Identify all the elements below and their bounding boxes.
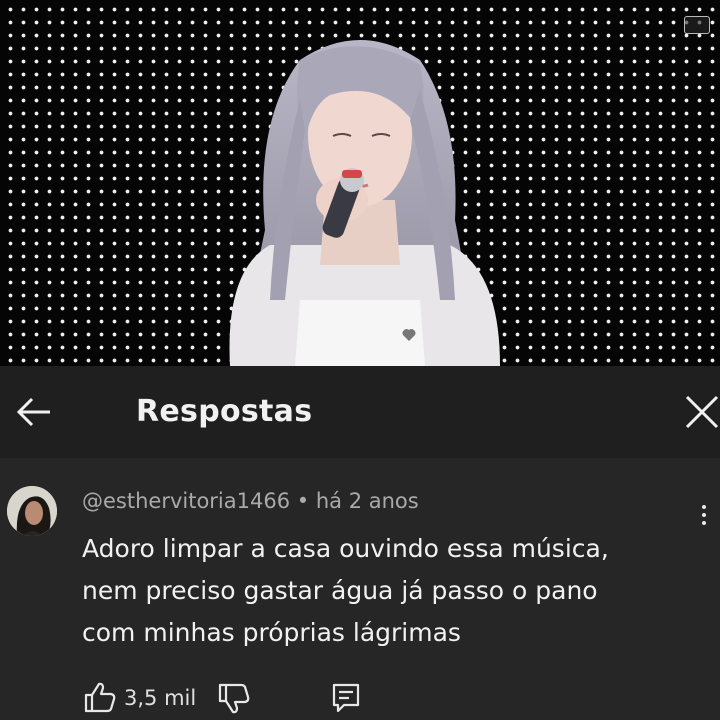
comment-line: Adoro limpar a casa ouvindo essa música, <box>82 534 609 563</box>
meta-separator: • <box>296 489 310 513</box>
comment-actions: 3,5 mil <box>82 680 702 716</box>
page-title: Respostas <box>136 394 313 429</box>
dislike-button[interactable] <box>216 680 252 716</box>
more-options-button[interactable] <box>690 498 718 532</box>
comment-line: com minhas próprias lágrimas <box>82 618 461 647</box>
back-button[interactable] <box>8 386 60 438</box>
thumbs-up-icon <box>84 682 116 713</box>
comment-text: Adoro limpar a casa ouvindo essa música,… <box>82 528 692 654</box>
comment-time: há 2 anos <box>315 489 419 513</box>
video-player[interactable] <box>0 0 720 366</box>
comment-line: nem preciso gastar água já passo o pano <box>82 576 598 605</box>
more-vert-dot <box>702 513 706 517</box>
comment-thread: @esthervitoria1466 • há 2 anos Adoro lim… <box>0 458 720 720</box>
like-count: 3,5 mil <box>124 686 197 710</box>
thumbs-down-icon <box>218 683 250 714</box>
avatar[interactable] <box>7 486 57 536</box>
replies-header: Respostas <box>0 366 720 458</box>
more-vert-dot <box>702 521 706 525</box>
reply-comment-icon <box>332 683 360 713</box>
singer-image <box>229 40 500 366</box>
reply-button[interactable] <box>328 680 364 716</box>
arrow-left-icon <box>16 397 50 427</box>
comment-author[interactable]: @esthervitoria1466 <box>82 489 290 513</box>
more-vert-icon <box>702 505 706 509</box>
comment-meta: @esthervitoria1466 • há 2 anos <box>82 486 419 516</box>
user-avatar-icon <box>7 486 57 536</box>
close-button[interactable] <box>676 386 720 438</box>
channel-watermark-icon <box>684 16 710 34</box>
close-icon <box>685 395 719 429</box>
like-button[interactable] <box>82 680 118 716</box>
